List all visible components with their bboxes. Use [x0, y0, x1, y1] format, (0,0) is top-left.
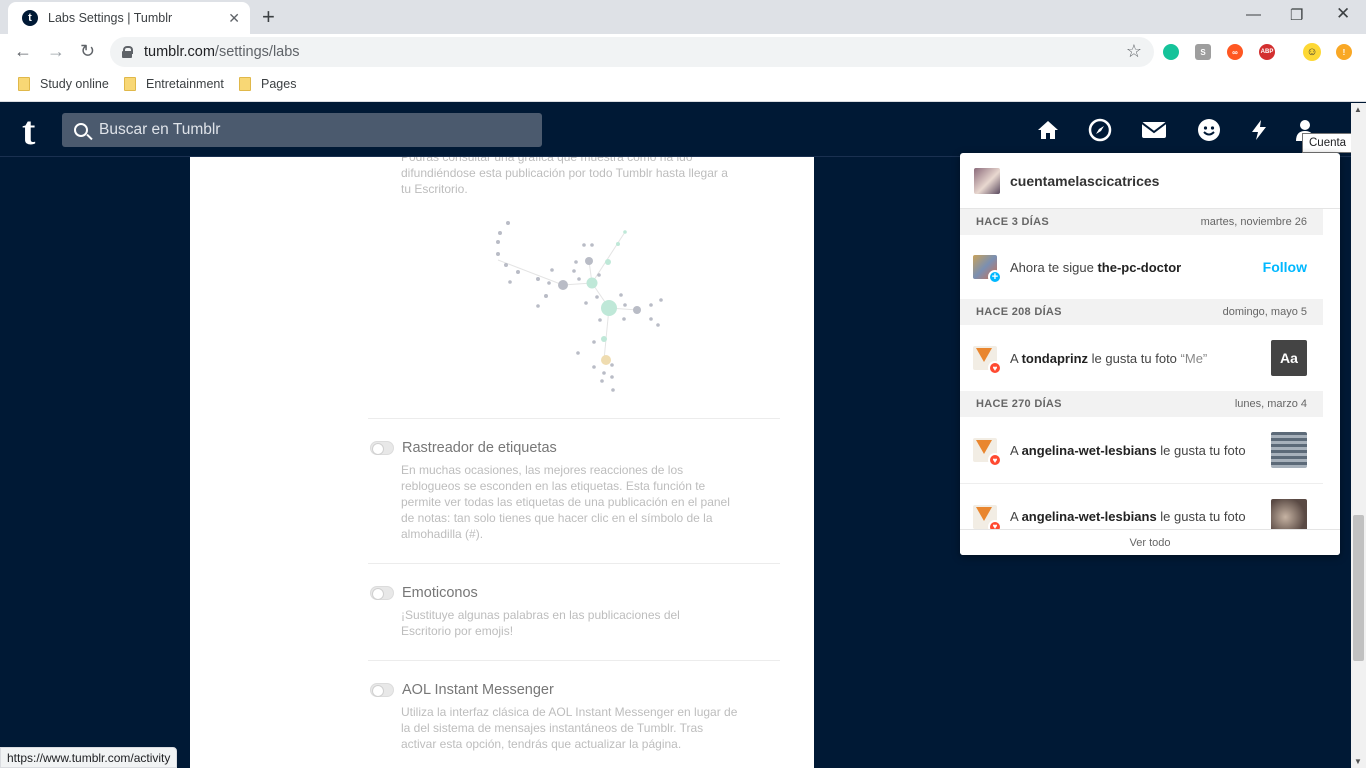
messaging-icon[interactable] — [1196, 117, 1222, 143]
tumblr-favicon-icon: t — [22, 10, 38, 26]
close-tab-icon[interactable]: ✕ — [228, 10, 240, 27]
url-text: tumblr.com/settings/labs — [144, 44, 300, 60]
day-separator: HACE 208 DÍAS domingo, mayo 5 — [960, 299, 1323, 325]
aol-messenger-toggle[interactable] — [370, 683, 394, 697]
setting-title: Emoticonos — [402, 585, 478, 601]
scrollbar-thumb[interactable] — [1353, 515, 1364, 661]
popover-username: cuentamelascicatrices — [1010, 172, 1160, 189]
bookmark-pages[interactable]: Pages — [239, 77, 296, 91]
browser-toolbar: ← → ↻ tumblr.com/settings/labs ☆ S ∞ ABP… — [0, 34, 1366, 70]
divider — [368, 660, 780, 661]
post-thumbnail[interactable] — [1271, 432, 1307, 468]
activity-item-like[interactable]: ♥ A angelina-wet-lesbians le gusta tu fo… — [960, 417, 1323, 483]
view-all-link[interactable]: Ver todo — [960, 529, 1340, 555]
home-icon[interactable] — [1035, 117, 1061, 143]
address-bar[interactable]: tumblr.com/settings/labs ☆ — [110, 37, 1154, 67]
search-input[interactable] — [99, 121, 519, 139]
abp-icon[interactable]: ABP — [1259, 44, 1275, 60]
search-icon — [74, 123, 88, 137]
day-separator: HACE 3 DÍAS martes, noviembre 26 — [960, 209, 1323, 235]
setting-tag-tracker: Rastreador de etiquetas En muchas ocasio… — [370, 440, 780, 542]
restore-icon[interactable]: ❐ — [1290, 6, 1303, 24]
page-scrollbar[interactable]: ▲ ▼ — [1351, 103, 1366, 768]
inbox-icon[interactable] — [1141, 117, 1167, 143]
search-box[interactable] — [62, 113, 542, 147]
reblog-graph-illustration — [496, 221, 663, 392]
tumblr-header: t — [0, 103, 1351, 157]
pizza-avatar-icon — [976, 440, 992, 454]
activity-text: A angelina-wet-lesbians le gusta tu foto — [1010, 509, 1246, 524]
activity-text: A tondaprinz le gusta tu foto “Me” — [1010, 350, 1208, 366]
folder-icon — [239, 77, 251, 91]
post-graph-description: Podrás consultar una gráfica que muestra… — [401, 157, 728, 196]
tag-tracker-toggle[interactable] — [370, 441, 394, 455]
tab-strip: t Labs Settings | Tumblr ✕ + — ❐ ✕ — [0, 0, 1366, 34]
avatar: ♥ — [973, 346, 1002, 375]
infinity-icon[interactable]: ∞ — [1227, 44, 1243, 60]
account-tooltip: Cuenta — [1302, 133, 1354, 153]
smiley-icon[interactable]: ☺ — [1303, 43, 1321, 61]
scroll-down-icon[interactable]: ▼ — [1354, 757, 1362, 766]
close-window-icon[interactable]: ✕ — [1336, 4, 1350, 24]
post-thumbnail[interactable]: Aa — [1271, 340, 1307, 376]
new-tab-button[interactable]: + — [262, 6, 275, 28]
scroll-up-icon[interactable]: ▲ — [1354, 105, 1362, 114]
bookmark-entretainment[interactable]: Entretainment — [124, 77, 224, 91]
pizza-avatar-icon — [976, 506, 992, 521]
heart-badge-icon: ♥ — [988, 361, 1002, 375]
bookmark-study-online[interactable]: Study online — [18, 77, 109, 91]
reload-icon[interactable]: ↻ — [80, 42, 95, 60]
activity-text: A angelina-wet-lesbians le gusta tu foto — [1010, 442, 1246, 458]
emoticons-toggle[interactable] — [370, 586, 394, 600]
forward-icon[interactable]: → — [47, 42, 65, 60]
s-icon[interactable]: S — [1195, 44, 1211, 60]
activity-item-like[interactable]: ♥ A tondaprinz le gusta tu foto “Me” Aa — [960, 325, 1323, 391]
folder-icon — [18, 77, 30, 91]
bookmarks-bar: Study online Entretainment Pages — [0, 70, 1366, 102]
setting-title: Rastreador de etiquetas — [402, 440, 557, 456]
pizza-avatar-icon — [976, 348, 992, 362]
setting-description: Utiliza la interfaz clásica de AOL Insta… — [401, 705, 738, 751]
popover-header[interactable]: cuentamelascicatrices — [960, 153, 1340, 209]
labs-settings-panel: Podrás consultar una gráfica que muestra… — [190, 157, 814, 768]
avatar: + — [973, 255, 1002, 284]
grammarly-icon[interactable] — [1163, 44, 1179, 60]
activity-item-follow[interactable]: + Ahora te sigue the-pc-doctor Follow — [960, 235, 1323, 299]
status-bar-url: https://www.tumblr.com/activity — [0, 747, 178, 768]
avatar — [974, 167, 1000, 194]
browser-tab[interactable]: t Labs Settings | Tumblr ✕ — [8, 2, 250, 34]
divider — [368, 563, 780, 564]
avatar: ♥ — [973, 438, 1002, 467]
minimize-icon[interactable]: — — [1246, 6, 1261, 23]
activity-popover: cuentamelascicatrices HACE 3 DÍAS martes,… — [960, 153, 1340, 555]
activity-icon[interactable] — [1246, 117, 1272, 143]
day-separator: HACE 270 DÍAS lunes, marzo 4 — [960, 391, 1323, 417]
bookmark-star-icon[interactable]: ☆ — [1126, 41, 1142, 62]
follow-badge-icon: + — [988, 270, 1002, 284]
back-icon[interactable]: ← — [14, 42, 32, 60]
setting-title: AOL Instant Messenger — [402, 682, 554, 698]
setting-description: En muchas ocasiones, las mejores reaccio… — [401, 463, 730, 541]
avatar: ♥ — [973, 504, 1002, 534]
setting-description: ¡Sustituye algunas palabras en las publi… — [401, 608, 680, 638]
alert-icon[interactable]: ! — [1336, 44, 1352, 60]
tab-title: Labs Settings | Tumblr — [48, 11, 173, 25]
setting-emoticons: Emoticonos ¡Sustituye algunas palabras e… — [370, 585, 780, 639]
explore-icon[interactable] — [1087, 117, 1113, 143]
activity-text: Ahora te sigue the-pc-doctor — [1010, 259, 1182, 275]
lock-icon — [122, 46, 133, 58]
follow-button[interactable]: Follow — [1263, 259, 1307, 275]
heart-badge-icon: ♥ — [988, 453, 1002, 467]
folder-icon — [124, 77, 136, 91]
setting-aol-messenger: AOL Instant Messenger Utiliza la interfa… — [370, 682, 780, 752]
divider — [368, 418, 780, 419]
tumblr-logo[interactable]: t — [22, 111, 35, 151]
